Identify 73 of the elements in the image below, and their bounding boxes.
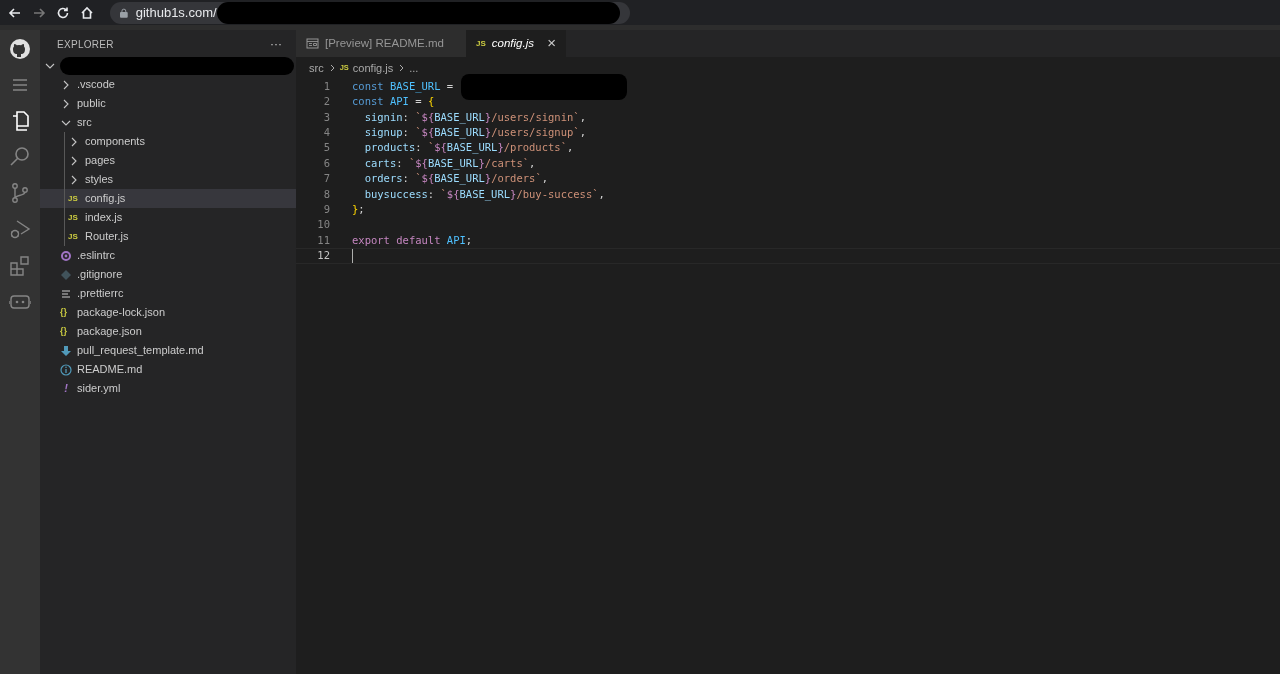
tree-item[interactable]: .vscode bbox=[40, 75, 296, 94]
line-number: 9 bbox=[322, 201, 330, 217]
diamond-file-icon bbox=[60, 268, 72, 281]
code-line: signin: `${BASE_URL}/users/signin`, bbox=[363, 109, 586, 126]
editor-tab[interactable]: [Preview] README.md bbox=[296, 30, 466, 57]
line-number: 2 bbox=[322, 94, 330, 110]
home-icon[interactable] bbox=[80, 5, 94, 20]
line-number: 10 bbox=[316, 217, 330, 233]
back-icon[interactable] bbox=[8, 5, 22, 20]
close-button[interactable]: × bbox=[547, 32, 556, 55]
breadcrumb-item[interactable]: config.js bbox=[352, 59, 394, 77]
json-file-icon: {} bbox=[60, 305, 72, 320]
code-line: orders: `${BASE_URL}/orders`, bbox=[363, 171, 549, 187]
code-line: const BASE_URL = bbox=[352, 78, 455, 95]
url-text: github1s.com/ bbox=[135, 3, 217, 22]
tree-item[interactable]: README.md bbox=[40, 360, 296, 379]
tree-item[interactable]: JS config.js bbox=[40, 189, 296, 208]
tree-item[interactable]: ! sider.yml bbox=[40, 379, 296, 398]
line-number: 4 bbox=[322, 125, 330, 140]
preview-icon bbox=[306, 37, 319, 50]
line-number: 8 bbox=[322, 186, 330, 202]
github-icon[interactable] bbox=[9, 38, 31, 60]
tree-item[interactable]: {} package-lock.json bbox=[40, 303, 296, 322]
tree-item[interactable]: public bbox=[40, 94, 296, 113]
info-file-icon bbox=[60, 363, 72, 376]
line-number: 5 bbox=[322, 140, 330, 156]
js-file-icon: JS bbox=[476, 37, 486, 50]
tree-item[interactable]: JS Router.js bbox=[40, 227, 296, 246]
js-file-icon: JS bbox=[68, 230, 80, 243]
tree-item[interactable]: .prettierrc bbox=[40, 284, 296, 303]
reload-icon[interactable] bbox=[56, 5, 70, 20]
chevron-right-icon bbox=[397, 63, 406, 73]
download-arrow-icon bbox=[60, 344, 72, 357]
js-file-icon: JS bbox=[68, 211, 80, 224]
editor-tab[interactable]: JS config.js × bbox=[466, 30, 566, 57]
lock-icon bbox=[120, 7, 128, 18]
code-line: products: `${BASE_URL}/products`, bbox=[363, 140, 574, 156]
line-number: 7 bbox=[322, 171, 330, 187]
more-actions[interactable]: ··· bbox=[270, 35, 282, 53]
code-line: export default API; bbox=[352, 232, 473, 248]
tree-item[interactable]: .gitignore bbox=[40, 265, 296, 284]
tree-item[interactable]: styles bbox=[40, 170, 296, 189]
tree-item[interactable]: .eslintrc bbox=[40, 246, 296, 265]
run-debug-icon[interactable] bbox=[9, 218, 31, 240]
line-number: 1 bbox=[322, 78, 330, 94]
code-line: const API = { bbox=[352, 94, 435, 110]
forward-icon[interactable] bbox=[32, 5, 46, 20]
json-file-icon: {} bbox=[60, 324, 72, 339]
code-line: buysuccess: `${BASE_URL}/buy-success`, bbox=[363, 186, 605, 203]
tree-item[interactable]: {} package.json bbox=[40, 322, 296, 341]
line-number: 12 bbox=[316, 248, 330, 264]
js-file-icon: JS bbox=[68, 192, 80, 205]
code-line: }; bbox=[352, 201, 365, 217]
line-number: 3 bbox=[322, 109, 330, 125]
sidebar-title: EXPLORER bbox=[57, 37, 114, 52]
source-control-icon[interactable] bbox=[9, 182, 31, 204]
line-number: 6 bbox=[322, 155, 330, 171]
tree-item[interactable]: components bbox=[40, 132, 296, 151]
tree-item[interactable]: JS index.js bbox=[40, 208, 296, 227]
line-number: 11 bbox=[316, 232, 330, 248]
tree-item[interactable]: pull_request_template.md bbox=[40, 341, 296, 360]
exclamation-file-icon: ! bbox=[60, 380, 72, 397]
code-line: signup: `${BASE_URL}/users/signup`, bbox=[363, 125, 586, 141]
breadcrumb-item[interactable]: ... bbox=[409, 59, 419, 77]
extensions-icon[interactable] bbox=[9, 254, 31, 276]
breadcrumb-item[interactable]: src bbox=[309, 59, 324, 77]
lines-file-icon bbox=[60, 287, 72, 300]
eslint-file-icon bbox=[60, 249, 72, 262]
code-line: carts: `${BASE_URL}/carts`, bbox=[363, 155, 536, 172]
address-bar[interactable]: github1s.com/ bbox=[110, 1, 630, 24]
tree-item[interactable]: src bbox=[40, 113, 296, 132]
search-icon[interactable] bbox=[9, 146, 31, 168]
tree-item[interactable]: pages bbox=[40, 151, 296, 170]
